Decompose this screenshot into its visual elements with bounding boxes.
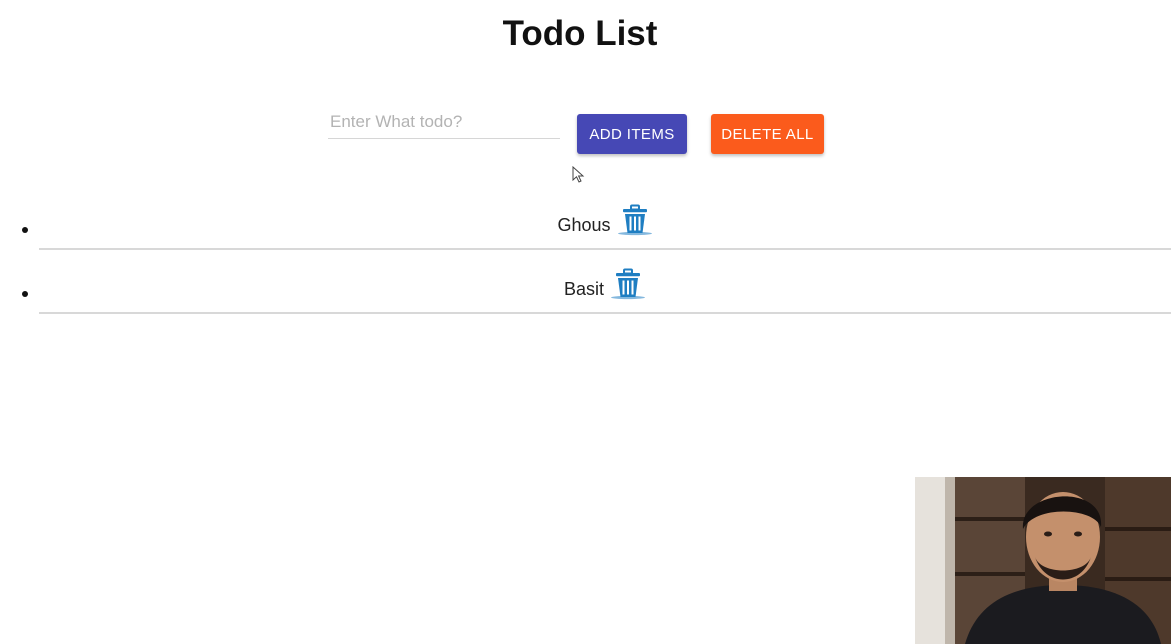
- list-bullet: [22, 227, 28, 233]
- webcam-video-frame: [915, 477, 1171, 644]
- todo-input-wrapper: [328, 108, 562, 139]
- todo-row-content: Ghous: [39, 204, 1171, 236]
- trash-icon[interactable]: [611, 204, 653, 236]
- webcam-overlay: [915, 477, 1171, 644]
- todo-row-content: Basit: [39, 268, 1171, 300]
- page-title: Todo List: [502, 14, 658, 53]
- todo-row: Basit: [39, 260, 1171, 314]
- todo-text: Basit: [563, 279, 605, 299]
- todo-list: Ghous Basit: [0, 196, 1171, 324]
- list-item: Ghous: [0, 196, 1171, 260]
- todo-row: Ghous: [39, 196, 1171, 250]
- todo-text: Ghous: [557, 215, 611, 235]
- todo-input[interactable]: [328, 108, 562, 136]
- delete-all-button[interactable]: DELETE ALL: [711, 114, 824, 154]
- mouse-cursor-icon: [572, 166, 585, 183]
- list-bullet: [22, 291, 28, 297]
- list-item: Basit: [0, 260, 1171, 324]
- trash-icon[interactable]: [604, 268, 646, 300]
- add-items-button[interactable]: ADD ITEMS: [577, 114, 687, 154]
